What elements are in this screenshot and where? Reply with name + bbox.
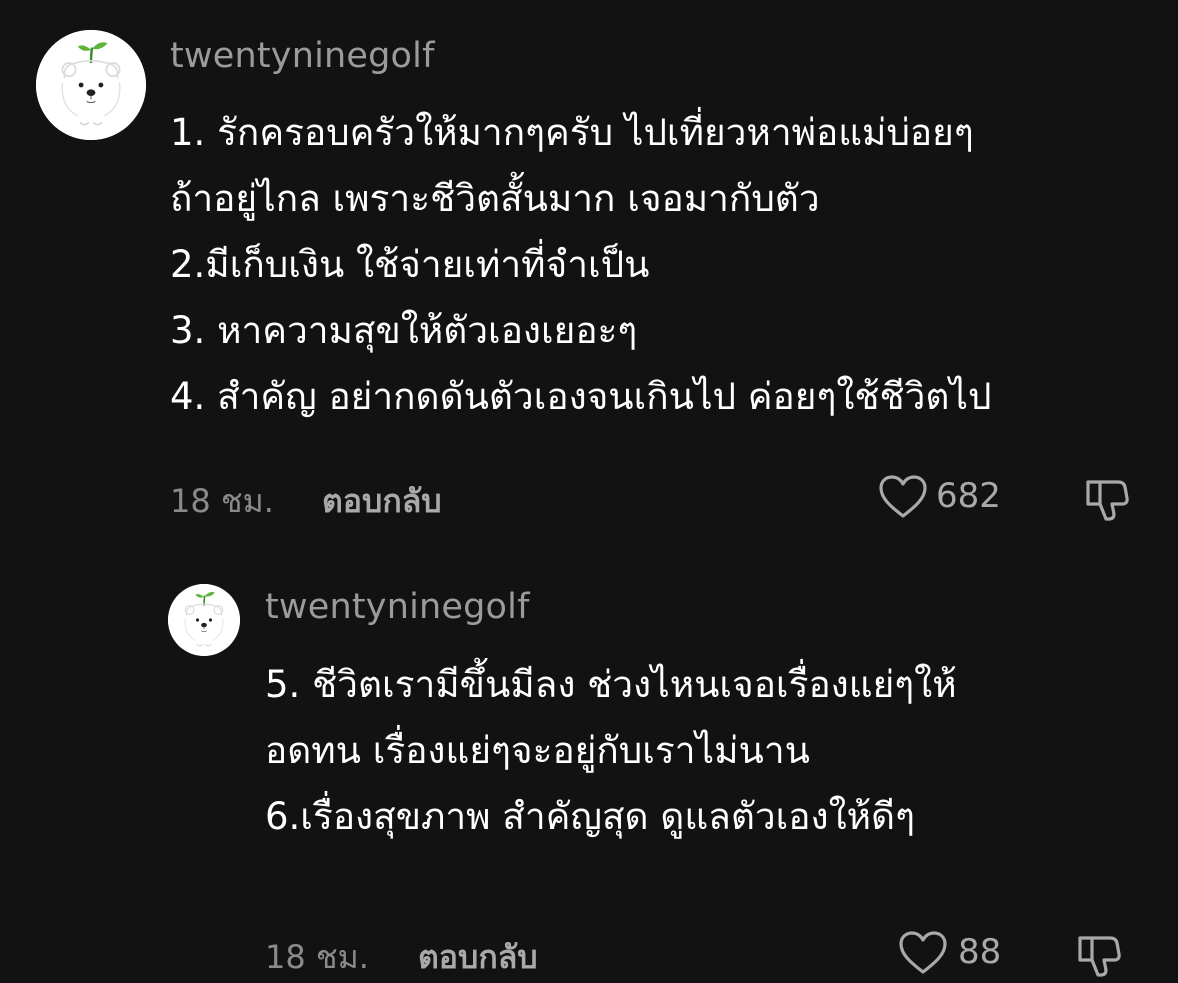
bear-avatar-icon: [168, 584, 240, 656]
comment-text: 1. รักครอบครัวให้มากๆครับ ไปเที่ยวหาพ่อแ…: [170, 100, 992, 430]
comment-text-line: 4. สำคัญ อย่ากดดันตัวเองจนเกินไป ค่อยๆใช…: [170, 375, 992, 418]
comment-text-line: ถ้าอยู่ไกล เพราะชีวิตสั้นมาก เจอมากับตัว: [170, 177, 820, 220]
like-count: 88: [958, 932, 1002, 972]
comment-text-line: 3. หาความสุขให้ตัวเองเยอะๆ: [170, 309, 638, 352]
comment-meta: 18 ชม. ตอบกลับ 88: [0, 928, 1178, 977]
comment-text-line: 2.มีเก็บเงิน ใช้จ่ายเท่าที่จำเป็น: [170, 243, 650, 286]
reply-button[interactable]: ตอบกลับ: [322, 476, 442, 527]
comment-text-line: 6.เรื่องสุขภาพ สำคัญสุด ดูแลตัวเองให้ดีๆ: [265, 795, 915, 838]
heart-icon[interactable]: [898, 930, 948, 976]
comment-text: 5. ชีวิตเรามีขึ้นมีลง ช่วงไหนเจอเรื่องแย…: [265, 652, 957, 850]
heart-icon[interactable]: [878, 474, 928, 520]
comment-meta: 18 ชม. ตอบกลับ 682: [0, 472, 1178, 521]
reply-button[interactable]: ตอบกลับ: [418, 932, 538, 983]
comment-username[interactable]: twentyninegolf: [170, 36, 435, 76]
thumbs-down-icon[interactable]: [1074, 930, 1124, 980]
avatar[interactable]: [36, 30, 146, 140]
thumbs-down-icon[interactable]: [1082, 474, 1132, 524]
comment-time: 18 ชม.: [265, 938, 369, 976]
comment-username[interactable]: twentyninegolf: [265, 587, 530, 627]
avatar[interactable]: [168, 584, 240, 656]
comment-text-line: 1. รักครอบครัวให้มากๆครับ ไปเที่ยวหาพ่อแ…: [170, 111, 974, 154]
bear-avatar-icon: [36, 30, 146, 140]
like-count: 682: [936, 476, 1001, 516]
comment-text-line: 5. ชีวิตเรามีขึ้นมีลง ช่วงไหนเจอเรื่องแย…: [265, 663, 957, 706]
comment-time: 18 ชม.: [170, 482, 274, 520]
comment-text-line: อดทน เรื่องแย่ๆจะอยู่กับเราไม่นาน: [265, 729, 810, 772]
